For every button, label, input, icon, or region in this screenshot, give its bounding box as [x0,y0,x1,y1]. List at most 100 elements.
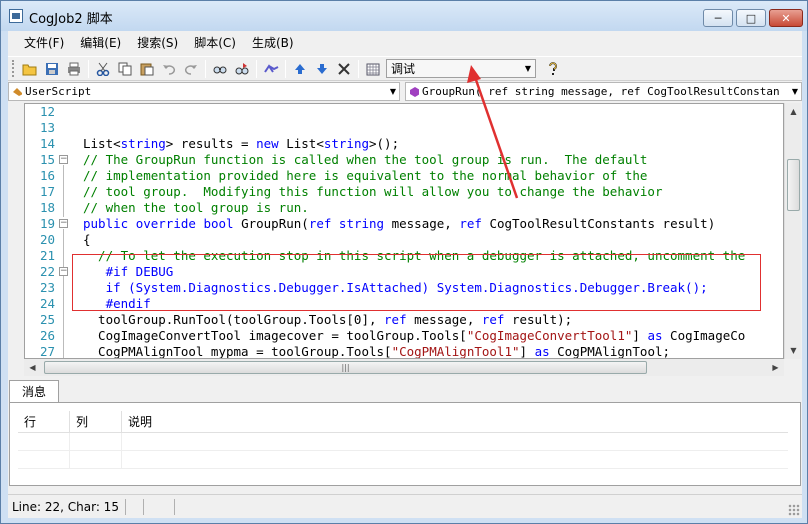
fold-toggle-icon[interactable]: − [59,219,68,228]
replace-icon[interactable] [231,59,253,79]
navigation-bar: UserScript ▼ GroupRun( ref string messag… [8,82,802,102]
calendar-icon[interactable] [362,59,384,79]
fold-toggle-icon[interactable]: − [59,267,68,276]
toolbar-grip[interactable] [12,60,15,77]
maximize-button[interactable]: □ [736,9,766,27]
status-separator [143,499,144,515]
menu-build[interactable]: 生成(B) [244,33,302,53]
delete-icon[interactable] [333,59,355,79]
toolbar-separator [88,59,89,78]
toolbar-separator [205,59,206,78]
menu-search[interactable]: 搜索(S) [129,33,186,53]
fold-toggle-icon[interactable]: − [59,155,68,164]
redo-icon[interactable] [180,59,202,79]
scroll-left-icon[interactable]: ◀ [24,359,41,376]
code-line: // implementation provided here is equiv… [83,168,648,183]
class-icon [13,87,22,96]
line-number: 13 [39,120,55,135]
code-line: { [83,232,91,247]
scrollbar-thumb[interactable] [787,159,800,211]
paste-icon[interactable] [136,59,158,79]
line-number: 23 [39,280,55,295]
line-number: 14 [39,136,55,151]
line-number: 25 [39,312,55,327]
app-icon [9,9,23,23]
menu-script[interactable]: 脚本(C) [186,33,244,53]
toolbar-separator [256,59,257,78]
cut-icon[interactable] [92,59,114,79]
line-number: 16 [39,168,55,183]
print-icon[interactable] [63,59,85,79]
window-title: CogJob2 脚本 [29,12,113,27]
open-folder-icon[interactable] [19,59,41,79]
chevron-down-icon: ▼ [791,87,798,96]
line-number: 26 [39,328,55,343]
code-editor[interactable]: 12 13 14 15 16 17 18 19 20 21 22 23 24 2… [24,103,784,359]
scrollbar-thumb[interactable]: ||| [44,361,647,374]
line-number: 24 [39,296,55,311]
tab-messages[interactable]: 消息 [9,380,59,402]
column-header-description[interactable]: 说明 [122,411,788,433]
code-line: // To let the execution stop in this scr… [83,248,746,263]
toolbar-separator [358,59,359,78]
member-select[interactable]: GroupRun( ref string message, ref CogToo… [405,82,802,101]
line-number: 22 [39,264,55,279]
line-number: 19 [39,216,55,231]
scroll-down-icon[interactable]: ▼ [785,342,802,359]
code-line: CogPMAlignTool mypma = toolGroup.Tools["… [83,344,671,359]
code-line: toolGroup.RunTool(toolGroup.Tools[0], re… [83,312,573,327]
column-header-line[interactable]: 行 [18,411,70,433]
horizontal-scrollbar[interactable]: ◀ ||| ▶ [24,359,784,376]
method-icon [410,86,419,97]
title-bar: CogJob2 脚本 ─ □ ✕ [1,1,807,31]
close-button[interactable]: ✕ [769,9,803,27]
class-select[interactable]: UserScript ▼ [8,82,400,101]
undo-icon[interactable] [158,59,180,79]
code-line: CogImageConvertTool imagecover = toolGro… [83,328,746,343]
code-line: // tool group. Modifying this function w… [83,184,663,199]
toolbar-separator [285,59,286,78]
find-icon[interactable] [209,59,231,79]
line-number: 15 [39,152,55,167]
line-number: 20 [39,232,55,247]
save-icon[interactable] [41,59,63,79]
build-config-value: 调试 [391,62,416,76]
status-bar: Line: 22, Char: 15 [8,494,802,518]
scroll-up-icon[interactable]: ▲ [785,103,802,120]
code-line: // when the tool group is run. [83,200,309,215]
menu-edit[interactable]: 编辑(E) [72,33,129,53]
cursor-position: Line: 22, Char: 15 [12,499,126,515]
list-item [18,451,788,469]
fold-guide [63,165,64,217]
indent-icon[interactable] [260,59,282,79]
messages-panel: 行 列 说明 [9,402,801,486]
copy-icon[interactable] [114,59,136,79]
menu-bar: 文件(F) 编辑(E) 搜索(S) 脚本(C) 生成(B) [8,31,802,55]
minimize-button[interactable]: ─ [703,9,733,27]
scroll-right-icon[interactable]: ▶ [767,359,784,376]
fold-guide [63,229,64,358]
code-line: #endif [83,296,151,311]
member-select-value: GroupRun( ref string message, ref CogToo… [422,85,780,98]
class-select-value: UserScript [25,85,92,98]
chevron-down-icon: ▼ [524,64,531,73]
code-line: List<string> results = new List<string>(… [83,136,400,151]
line-number: 17 [39,184,55,199]
move-down-icon[interactable] [311,59,333,79]
help-icon[interactable] [542,59,564,79]
toolbar: 调试 ▼ [8,56,802,81]
line-number: 21 [39,248,55,263]
menu-file[interactable]: 文件(F) [16,33,72,53]
line-number: 27 [39,344,55,359]
move-up-icon[interactable] [289,59,311,79]
status-separator [174,499,175,515]
chevron-down-icon: ▼ [389,87,396,96]
code-line: // The GroupRun function is called when … [83,152,648,167]
code-line: #if DEBUG [83,264,174,279]
column-header-column[interactable]: 列 [70,411,122,433]
resize-grip-icon[interactable] [788,504,800,516]
vertical-scrollbar[interactable]: ▲ ▼ [784,103,801,359]
build-config-select[interactable]: 调试 ▼ [386,59,536,78]
code-line: if (System.Diagnostics.Debugger.IsAttach… [83,280,708,295]
line-number: 18 [39,200,55,215]
